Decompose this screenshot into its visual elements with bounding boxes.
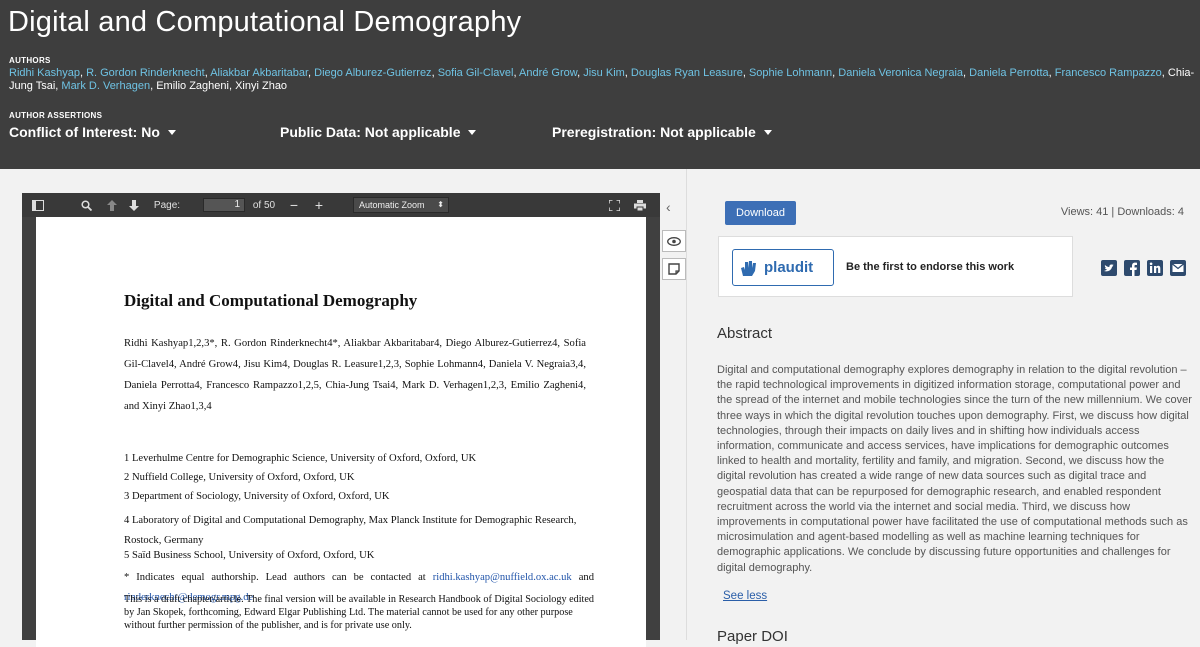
facebook-icon[interactable] [1124, 260, 1140, 276]
zoom-out-icon[interactable]: − [286, 193, 302, 217]
twitter-icon[interactable] [1101, 260, 1117, 276]
author-link[interactable]: Diego Alburez-Gutierrez [314, 67, 431, 79]
page-total: of 50 [252, 199, 276, 211]
assertions-label: AUTHOR ASSERTIONS [9, 111, 103, 120]
zoom-in-icon[interactable]: + [311, 193, 327, 217]
note-icon[interactable] [662, 258, 686, 280]
author-name: Emilio Zagheni [156, 80, 229, 92]
preregistration-dropdown[interactable]: Preregistration: Not applicable [552, 124, 772, 140]
pdf-toolbar: Page: 1 of 50 − + Automatic Zoom ⬍ [22, 193, 660, 217]
author-link[interactable]: R. Gordon Rinderknecht [86, 67, 205, 79]
preregistration-label: Preregistration: Not applicable [552, 124, 756, 140]
author-link[interactable]: Daniela Veronica Negraia [838, 67, 963, 79]
email-link-1[interactable]: ridhi.kashyap@nuffield.ox.ac.uk [433, 572, 572, 583]
search-icon[interactable] [76, 193, 96, 217]
page-number-input[interactable]: 1 [203, 198, 245, 212]
authors-list: Ridhi Kashyap, R. Gordon Rinderknecht, A… [9, 67, 1195, 92]
pdf-viewer: Page: 1 of 50 − + Automatic Zoom ⬍ Digita… [22, 193, 660, 647]
affiliation-1: 1 Leverhulme Centre for Demographic Scie… [124, 453, 477, 464]
zoom-select[interactable]: Automatic Zoom ⬍ [353, 197, 449, 213]
author-link[interactable]: Sophie Lohmann [749, 67, 832, 79]
document-title: Digital and Computational Demography [124, 291, 418, 310]
chevron-down-icon [468, 129, 477, 135]
affiliation-2: 2 Nuffield College, University of Oxford… [124, 472, 355, 483]
plaudit-label: plaudit [764, 259, 814, 276]
chevron-down-icon [763, 129, 772, 135]
zoom-value: Automatic Zoom [359, 200, 425, 210]
author-link[interactable]: Mark D. Verhagen [61, 80, 150, 92]
abstract-text: Digital and computational demography exp… [717, 364, 1192, 574]
pdf-page: Digital and Computational Demography Rid… [36, 217, 646, 647]
chevron-down-icon [167, 129, 176, 135]
affiliation-4: 4 Laboratory of Digital and Computationa… [124, 515, 577, 546]
chevron-updown-icon: ⬍ [437, 200, 444, 209]
author-link[interactable]: Aliakbar Akbaritabar [210, 67, 308, 79]
paper-doi-heading: Paper DOI [717, 628, 788, 645]
page-label: Page: [153, 199, 181, 211]
affiliation-5: 5 Saïd Business School, University of Ox… [124, 550, 375, 561]
download-button[interactable]: Download [725, 201, 796, 225]
public-data-dropdown[interactable]: Public Data: Not applicable [280, 124, 477, 140]
page-title: Digital and Computational Demography [8, 6, 522, 38]
author-link[interactable]: Douglas Ryan Leasure [631, 67, 743, 79]
clap-icon [741, 260, 756, 276]
author-link[interactable]: André Grow [519, 67, 577, 79]
sidebar-toggle-icon[interactable] [28, 193, 48, 217]
author-name: Xinyi Zhao [235, 80, 288, 92]
author-link[interactable]: Sofia Gil-Clavel [438, 67, 514, 79]
side-toolbar [662, 230, 686, 286]
conflict-dropdown[interactable]: Conflict of Interest: No [9, 124, 176, 140]
plaudit-button[interactable]: plaudit [732, 249, 834, 286]
affiliation-3: 3 Department of Sociology, University of… [124, 491, 390, 502]
chevron-left-icon[interactable]: ‹ [666, 199, 671, 215]
author-link[interactable]: Ridhi Kashyap [9, 67, 80, 79]
previous-page-icon[interactable] [104, 193, 120, 217]
author-link[interactable]: Francesco Rampazzo [1055, 67, 1162, 79]
endorse-text: Be the first to endorse this work [846, 261, 1015, 273]
next-page-icon[interactable] [126, 193, 142, 217]
linkedin-icon[interactable] [1147, 260, 1163, 276]
and-text: and [578, 572, 594, 583]
eye-icon[interactable] [662, 230, 686, 252]
draft-notice: This is a draft chapter/article. The fin… [124, 594, 594, 631]
panel-divider [686, 169, 687, 640]
fullscreen-icon[interactable] [606, 193, 622, 217]
email-icon[interactable] [1170, 260, 1186, 276]
view-download-stats: Views: 41 | Downloads: 4 [1060, 206, 1184, 218]
plaudit-widget: plaudit Be the first to endorse this wor… [718, 236, 1073, 297]
public-data-label: Public Data: Not applicable [280, 124, 461, 140]
author-link[interactable]: Daniela Perrotta [969, 67, 1049, 79]
preprint-header: Digital and Computational Demography AUT… [0, 0, 1200, 169]
equal-note-text: * Indicates equal authorship. Lead autho… [124, 572, 426, 583]
see-less-link[interactable]: See less [723, 590, 767, 602]
abstract-heading: Abstract [717, 325, 773, 342]
document-authors: Ridhi Kashyap1,2,3*, R. Gordon Rinderkne… [124, 338, 586, 412]
conflict-label: Conflict of Interest: No [9, 124, 160, 140]
print-icon[interactable] [632, 193, 648, 217]
authors-label: AUTHORS [9, 56, 51, 65]
author-link[interactable]: Jisu Kim [583, 67, 625, 79]
